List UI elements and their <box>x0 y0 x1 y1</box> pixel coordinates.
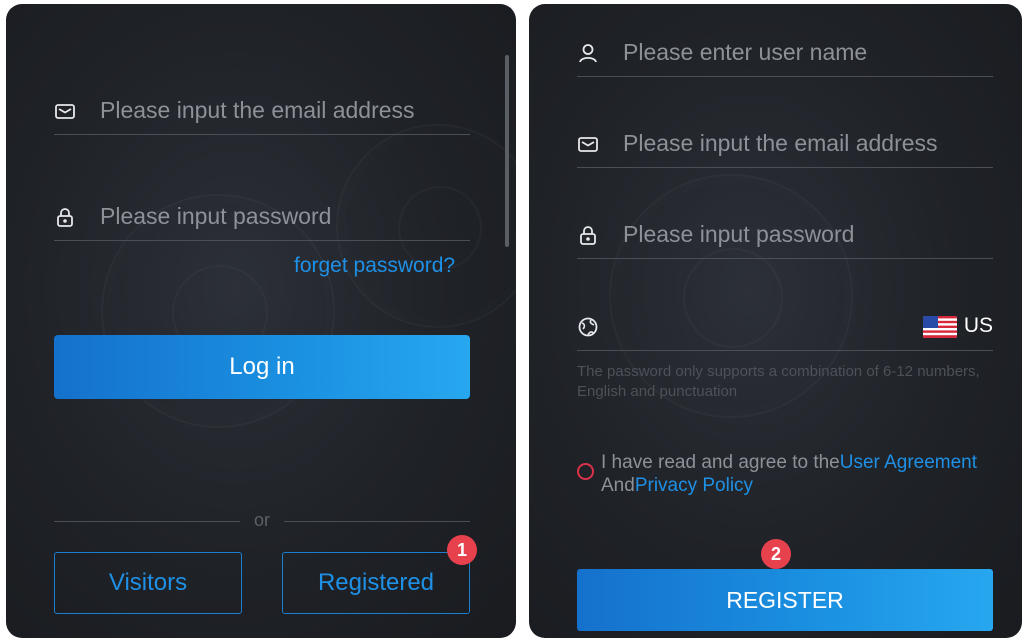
login-email-placeholder: Please input the email address <box>100 97 415 123</box>
login-button[interactable]: Log in <box>54 335 470 399</box>
lock-icon <box>57 208 73 227</box>
country-code: US <box>963 314 993 337</box>
register-email-placeholder: Please input the email address <box>623 130 938 156</box>
us-flag-icon <box>923 316 957 338</box>
forget-password-link[interactable]: forget password? <box>294 254 455 278</box>
user-icon <box>579 44 597 63</box>
agree-radio[interactable] <box>577 463 594 480</box>
user-agreement-link[interactable]: User Agreement <box>840 452 977 473</box>
username-field[interactable]: Please enter user name <box>577 32 993 77</box>
or-text: or <box>253 510 270 530</box>
step-badge-1: 1 <box>447 535 477 565</box>
agreement-text: I have read and agree to theUser Agreeme… <box>601 451 977 497</box>
login-password-field[interactable]: Please input password <box>54 196 470 241</box>
register-button[interactable]: REGISTER <box>577 569 993 631</box>
agreement-prefix: I have read and agree to the <box>601 452 840 473</box>
register-password-placeholder: Please input password <box>623 221 855 247</box>
login-email-field[interactable]: Please input the email address <box>54 90 470 135</box>
registered-button[interactable]: Registered <box>282 552 470 614</box>
register-panel: Please enter user name Please input the … <box>529 4 1022 638</box>
globe-icon <box>578 317 598 337</box>
username-placeholder: Please enter user name <box>623 39 868 65</box>
envelope-icon <box>55 104 75 119</box>
divider-line <box>284 521 470 522</box>
lock-icon <box>580 226 596 245</box>
visitors-button[interactable]: Visitors <box>54 552 242 614</box>
agreement-and: And <box>601 475 635 496</box>
envelope-icon <box>578 137 598 152</box>
region-selector[interactable]: US <box>577 306 993 351</box>
step-badge-2: 2 <box>761 539 791 569</box>
or-divider: or <box>54 510 470 530</box>
scrollbar[interactable] <box>505 55 509 247</box>
register-password-field[interactable]: Please input password <box>577 214 993 259</box>
divider-line <box>54 521 240 522</box>
login-password-placeholder: Please input password <box>100 203 332 229</box>
login-panel: Please input the email address Please in… <box>6 4 516 638</box>
privacy-policy-link[interactable]: Privacy Policy <box>635 475 753 496</box>
password-hint: The password only supports a combination… <box>577 363 980 400</box>
register-email-field[interactable]: Please input the email address <box>577 123 993 168</box>
